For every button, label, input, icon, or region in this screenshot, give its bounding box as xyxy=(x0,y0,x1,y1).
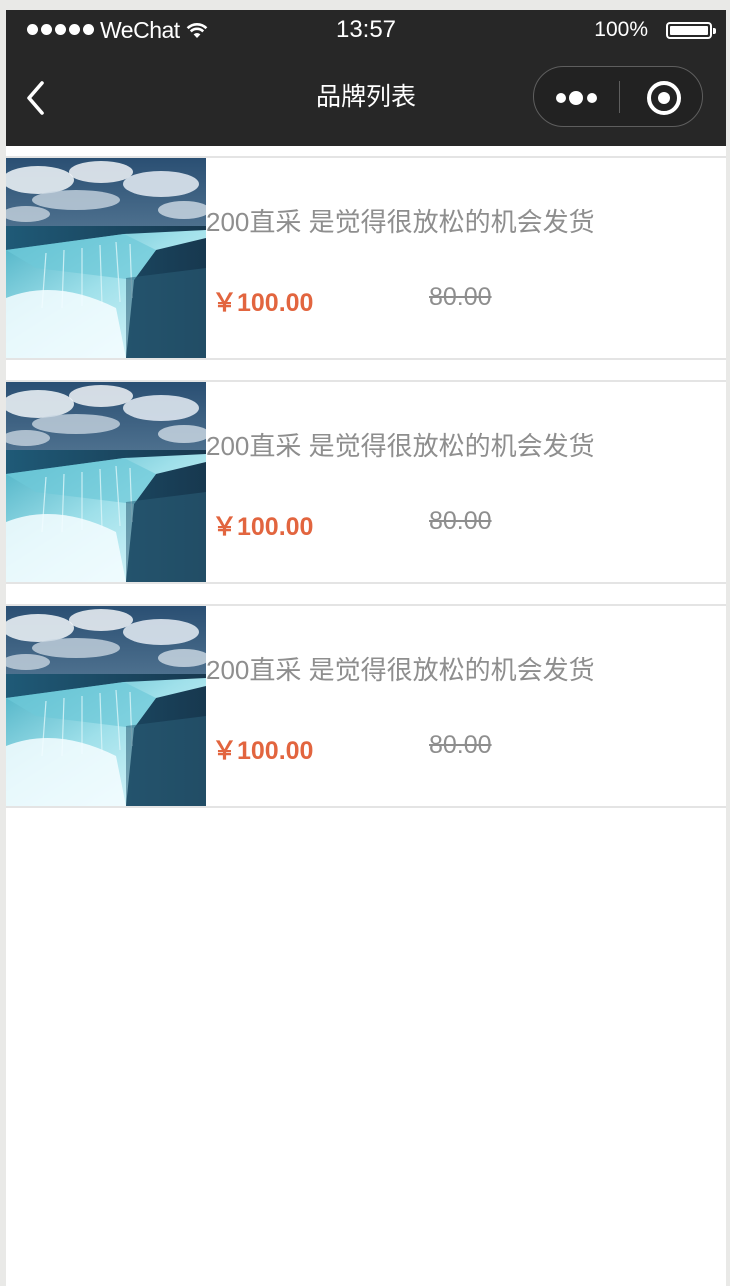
more-options-button[interactable] xyxy=(534,67,619,125)
product-price: ￥100.00 xyxy=(212,513,314,541)
product-original-price: 80.00 xyxy=(429,283,492,311)
product-title: 200直采 是觉得很放松的机会发货 xyxy=(206,207,595,237)
product-list: 200直采 是觉得很放松的机会发货 ￥100.00 80.00 200直采 是觉… xyxy=(6,156,726,828)
product-price: ￥100.00 xyxy=(212,737,314,765)
waterfall-image xyxy=(6,382,206,582)
mini-program-capsule xyxy=(533,66,703,127)
product-item[interactable]: 200直采 是觉得很放松的机会发货 ￥100.00 80.00 xyxy=(6,156,726,360)
waterfall-image xyxy=(6,158,206,358)
target-icon xyxy=(647,81,681,115)
status-bar: WeChat 13:57 100% xyxy=(6,10,726,50)
battery-percentage: 100% xyxy=(594,18,648,41)
product-original-price: 80.00 xyxy=(429,507,492,535)
phone-screen: WeChat 13:57 100% 品牌列表 200直采 是觉得很放松的机会发货… xyxy=(6,10,726,1286)
product-original-price: 80.00 xyxy=(429,731,492,759)
more-dots-icon xyxy=(556,91,597,105)
product-item[interactable]: 200直采 是觉得很放松的机会发货 ￥100.00 80.00 xyxy=(6,604,726,808)
back-button[interactable] xyxy=(20,78,60,118)
close-miniprogram-button[interactable] xyxy=(620,67,702,125)
battery-fill xyxy=(670,26,708,35)
product-title: 200直采 是觉得很放松的机会发货 xyxy=(206,431,595,461)
product-title: 200直采 是觉得很放松的机会发货 xyxy=(206,655,595,685)
navigation-bar: 品牌列表 xyxy=(6,50,726,146)
product-item[interactable]: 200直采 是觉得很放松的机会发货 ￥100.00 80.00 xyxy=(6,380,726,584)
chevron-left-icon xyxy=(27,81,44,115)
product-price: ￥100.00 xyxy=(212,289,314,317)
waterfall-image xyxy=(6,606,206,806)
battery-icon xyxy=(666,22,716,39)
